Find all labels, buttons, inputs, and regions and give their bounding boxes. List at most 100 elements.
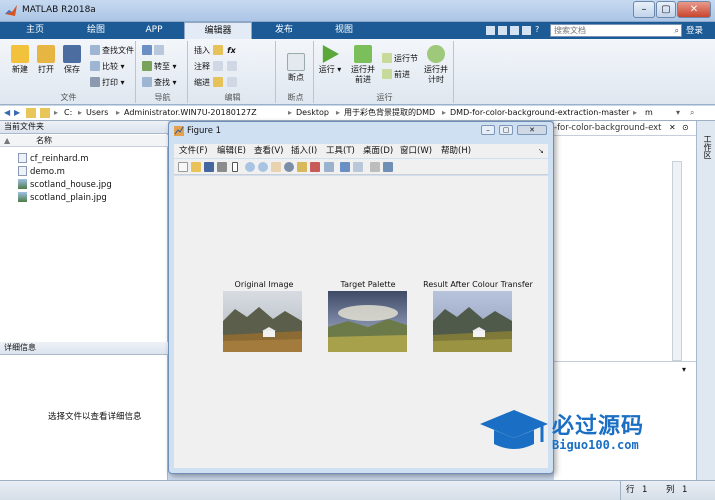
workspace-label[interactable]: 工作区	[700, 135, 712, 159]
zoom-in-icon[interactable]	[245, 162, 255, 172]
brush-icon[interactable]	[310, 162, 320, 172]
find-icon	[142, 77, 152, 87]
menu-help[interactable]: 帮助(H)	[441, 144, 471, 158]
forward-icon[interactable]: ▶	[14, 106, 20, 120]
fx-button[interactable]: fx	[227, 46, 236, 55]
path-project-cn[interactable]: 用于彩色背景提取的DMD	[344, 106, 435, 120]
menu-tools[interactable]: 工具(T)	[326, 144, 355, 158]
run-time-button[interactable]: 运行并 计时	[420, 45, 452, 85]
figure-minimize-button[interactable]: –	[481, 125, 495, 135]
navigate-section-label: 导航	[154, 93, 171, 102]
file-item[interactable]: scotland_house.jpg	[18, 179, 112, 191]
save-button[interactable]: 保存	[60, 45, 84, 75]
back-forward-buttons[interactable]	[142, 45, 166, 57]
original-image	[223, 291, 302, 352]
print-button[interactable]: 打印 ▾	[90, 77, 125, 89]
back-icon[interactable]: ◀	[4, 106, 10, 120]
file-item[interactable]: scotland_plain.jpg	[18, 192, 107, 204]
run-button[interactable]: 运行 ▾	[318, 45, 342, 75]
hide-plot-tools-icon[interactable]	[370, 162, 380, 172]
path-admin[interactable]: Administrator.WIN7U-20180127Z	[124, 106, 257, 120]
qa-redo-icon[interactable]	[522, 26, 531, 35]
path-desktop[interactable]: Desktop	[296, 106, 329, 120]
link-plot-icon[interactable]	[324, 162, 334, 172]
col-value: 1	[682, 485, 688, 495]
qa-save-icon[interactable]	[486, 26, 495, 35]
tab-apps[interactable]: APP	[126, 22, 182, 39]
name-column-header[interactable]: ▲ 名称	[0, 135, 168, 147]
help-icon[interactable]: ?	[535, 25, 544, 35]
run-label: 运行	[318, 65, 335, 74]
browse-folder-icon[interactable]	[40, 108, 50, 118]
goto-button[interactable]: 转至 ▾	[142, 61, 177, 73]
figure-close-button[interactable]: ✕	[517, 125, 547, 135]
menu-insert[interactable]: 插入(I)	[291, 144, 317, 158]
legend-icon[interactable]	[353, 162, 363, 172]
insert-button[interactable]: 插入 fx	[194, 45, 236, 57]
open-file-icon[interactable]	[191, 162, 201, 172]
path-m[interactable]: m	[645, 106, 653, 120]
result-image	[433, 291, 512, 352]
find-files-button[interactable]: 查找文件	[90, 45, 134, 57]
watermark-name: 必过源码	[552, 414, 645, 439]
login-link[interactable]: 登录	[686, 24, 703, 36]
file-item[interactable]: demo.m	[18, 166, 65, 178]
open-button[interactable]: 打开	[34, 45, 58, 75]
file-item[interactable]: cf_reinhard.m	[18, 153, 89, 165]
tab-home[interactable]: 主页	[10, 22, 60, 39]
menu-window[interactable]: 窗口(W)	[400, 144, 432, 158]
file-name: cf_reinhard.m	[30, 154, 89, 164]
menu-desktop[interactable]: 桌面(D)	[363, 144, 393, 158]
tab-editor[interactable]: 编辑器	[184, 22, 252, 39]
comment-button[interactable]: 注释	[194, 61, 239, 73]
new-figure-icon[interactable]	[178, 162, 188, 172]
panel-options-icon[interactable]: ⊙	[682, 123, 689, 132]
find-button[interactable]: 查找 ▾	[142, 77, 177, 89]
run-section-button[interactable]: 运行节	[382, 53, 418, 65]
indent-button[interactable]: 缩进	[194, 77, 239, 89]
minimize-button[interactable]: –	[633, 1, 655, 18]
run-time-label: 运行并 计时	[424, 65, 448, 84]
close-button[interactable]: ✕	[677, 1, 711, 18]
rotate-icon[interactable]	[284, 162, 294, 172]
print-figure-icon[interactable]	[217, 162, 227, 172]
data-cursor-icon[interactable]	[297, 162, 307, 172]
new-button[interactable]: 新建	[8, 45, 32, 75]
zoom-out-icon[interactable]	[258, 162, 268, 172]
path-drive[interactable]: C:	[64, 106, 72, 120]
qa-undo-icon[interactable]	[510, 26, 519, 35]
advance-button[interactable]: 前进	[382, 69, 410, 81]
path-search-icon[interactable]: ⌕	[690, 106, 694, 120]
figure-toolbar	[174, 159, 548, 175]
menu-file[interactable]: 文件(F)	[179, 144, 208, 158]
path-dropdown-icon[interactable]: ▾	[676, 106, 680, 120]
tab-plots[interactable]: 绘图	[68, 22, 124, 39]
search-docs-input[interactable]: 搜索文档 ⌕	[550, 24, 682, 37]
tab-view[interactable]: 视图	[316, 22, 372, 39]
tab-publish[interactable]: 发布	[256, 22, 312, 39]
figure-menubar: 文件(F) 编辑(E) 查看(V) 插入(I) 工具(T) 桌面(D) 窗口(W…	[174, 144, 548, 158]
figure-maximize-button[interactable]: ▢	[499, 125, 513, 135]
panel-close-icon[interactable]: ✕	[669, 123, 676, 132]
path-project[interactable]: DMD-for-color-background-extraction-mast…	[450, 106, 629, 120]
menu-dock-icon[interactable]: ↘	[538, 144, 544, 158]
expand-icon[interactable]: ▾	[682, 365, 686, 374]
workspace-side-strip: 工作区	[696, 121, 715, 480]
pan-icon[interactable]	[271, 162, 281, 172]
breakpoints-button[interactable]: 断点	[284, 53, 308, 83]
show-plot-tools-icon[interactable]	[383, 162, 393, 172]
compare-button[interactable]: 比较 ▾	[90, 61, 125, 73]
maximize-button[interactable]: ▢	[656, 1, 676, 18]
pointer-icon[interactable]	[232, 162, 238, 172]
image-file-icon	[18, 179, 27, 189]
menu-view[interactable]: 查看(V)	[254, 144, 283, 158]
qa-cut-icon[interactable]	[498, 26, 507, 35]
path-users[interactable]: Users	[86, 106, 108, 120]
save-figure-icon[interactable]	[204, 162, 214, 172]
run-advance-button[interactable]: 运行并 前进	[346, 45, 380, 85]
up-folder-icon[interactable]	[26, 108, 36, 118]
editor-scrollbar[interactable]	[672, 161, 682, 361]
goto-label: 转至	[154, 62, 170, 71]
menu-edit[interactable]: 编辑(E)	[217, 144, 246, 158]
colorbar-icon[interactable]	[340, 162, 350, 172]
